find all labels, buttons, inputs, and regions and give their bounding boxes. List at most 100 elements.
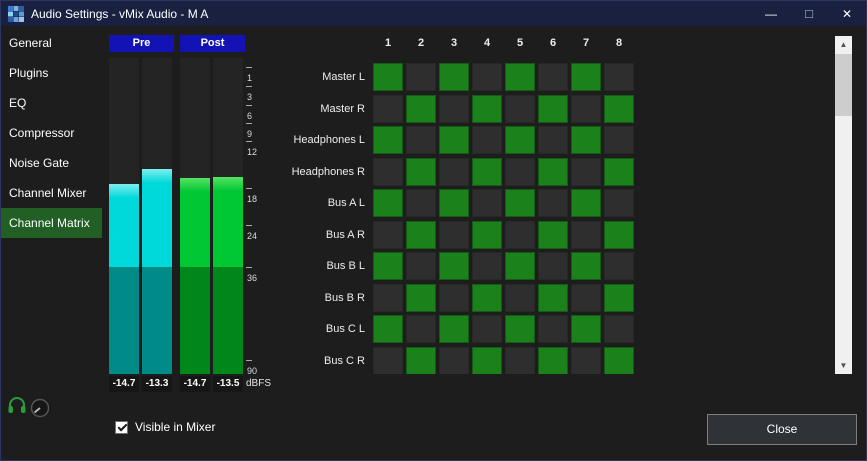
matrix-cell[interactable] — [571, 347, 601, 375]
matrix-cell[interactable] — [505, 189, 535, 217]
matrix-cell[interactable] — [439, 95, 469, 123]
matrix-cell[interactable] — [439, 221, 469, 249]
matrix-cell[interactable] — [505, 126, 535, 154]
matrix-cell[interactable] — [604, 63, 634, 91]
matrix-cell[interactable] — [604, 95, 634, 123]
matrix-cell[interactable] — [538, 347, 568, 375]
matrix-cell[interactable] — [505, 63, 535, 91]
matrix-cell[interactable] — [505, 347, 535, 375]
matrix-cell[interactable] — [439, 126, 469, 154]
matrix-cell[interactable] — [373, 63, 403, 91]
matrix-cell[interactable] — [604, 221, 634, 249]
headphones-icon[interactable] — [6, 394, 28, 421]
matrix-cell[interactable] — [406, 158, 436, 186]
matrix-cell[interactable] — [604, 252, 634, 280]
close-window-button[interactable]: ✕ — [828, 1, 866, 26]
matrix-cell[interactable] — [406, 315, 436, 343]
matrix-cell[interactable] — [439, 158, 469, 186]
matrix-cell[interactable] — [571, 315, 601, 343]
matrix-cell[interactable] — [373, 158, 403, 186]
matrix-cell[interactable] — [472, 95, 502, 123]
matrix-cell[interactable] — [571, 63, 601, 91]
matrix-cell[interactable] — [439, 63, 469, 91]
matrix-cell[interactable] — [373, 221, 403, 249]
matrix-cell[interactable] — [472, 126, 502, 154]
matrix-cell[interactable] — [538, 315, 568, 343]
matrix-cell[interactable] — [373, 347, 403, 375]
matrix-scrollbar[interactable]: ▲ ▼ — [835, 36, 852, 374]
matrix-cell[interactable] — [571, 158, 601, 186]
minimize-button[interactable]: — — [752, 1, 790, 26]
sidebar-item-channel-matrix[interactable]: Channel Matrix — [1, 208, 102, 238]
matrix-cell[interactable] — [406, 347, 436, 375]
matrix-cell[interactable] — [373, 252, 403, 280]
matrix-cell[interactable] — [538, 158, 568, 186]
matrix-cell[interactable] — [406, 252, 436, 280]
matrix-cell[interactable] — [439, 284, 469, 312]
scroll-down-icon[interactable]: ▼ — [835, 357, 852, 374]
matrix-cell[interactable] — [505, 221, 535, 249]
matrix-cell[interactable] — [472, 252, 502, 280]
matrix-cell[interactable] — [505, 284, 535, 312]
matrix-cell[interactable] — [571, 284, 601, 312]
sidebar-item-plugins[interactable]: Plugins — [1, 58, 102, 88]
close-button[interactable]: Close — [707, 414, 857, 445]
matrix-cell[interactable] — [406, 284, 436, 312]
matrix-cell[interactable] — [571, 221, 601, 249]
matrix-cell[interactable] — [472, 315, 502, 343]
visible-in-mixer-checkbox[interactable] — [115, 421, 128, 434]
scrollbar-thumb[interactable] — [835, 54, 852, 116]
matrix-cell[interactable] — [538, 221, 568, 249]
sidebar-item-general[interactable]: General — [1, 28, 102, 58]
matrix-cell[interactable] — [472, 189, 502, 217]
matrix-cell[interactable] — [571, 252, 601, 280]
matrix-cell[interactable] — [538, 252, 568, 280]
volume-knob[interactable] — [30, 398, 50, 423]
matrix-cell[interactable] — [406, 221, 436, 249]
matrix-cell[interactable] — [472, 284, 502, 312]
matrix-cell[interactable] — [571, 189, 601, 217]
matrix-cell[interactable] — [406, 95, 436, 123]
matrix-cell[interactable] — [406, 126, 436, 154]
matrix-row-label: Bus A L — [233, 189, 373, 217]
matrix-cell[interactable] — [373, 284, 403, 312]
matrix-cell[interactable] — [439, 347, 469, 375]
matrix-cell[interactable] — [604, 284, 634, 312]
matrix-column-header: 6 — [538, 37, 568, 63]
matrix-cell[interactable] — [505, 315, 535, 343]
matrix-cell[interactable] — [472, 347, 502, 375]
matrix-cell[interactable] — [604, 126, 634, 154]
matrix-cell[interactable] — [406, 63, 436, 91]
matrix-cell[interactable] — [472, 63, 502, 91]
matrix-cell[interactable] — [538, 95, 568, 123]
matrix-cell[interactable] — [538, 126, 568, 154]
matrix-cell[interactable] — [604, 347, 634, 375]
matrix-cell[interactable] — [604, 315, 634, 343]
maximize-button[interactable]: □ — [790, 1, 828, 26]
matrix-cell[interactable] — [439, 189, 469, 217]
matrix-cell[interactable] — [439, 315, 469, 343]
matrix-cell[interactable] — [538, 189, 568, 217]
matrix-cell[interactable] — [538, 63, 568, 91]
matrix-cell[interactable] — [406, 189, 436, 217]
sidebar-item-compressor[interactable]: Compressor — [1, 118, 102, 148]
matrix-cell[interactable] — [373, 189, 403, 217]
matrix-cell[interactable] — [505, 95, 535, 123]
matrix-cell[interactable] — [604, 158, 634, 186]
matrix-cell[interactable] — [538, 284, 568, 312]
matrix-cell[interactable] — [571, 95, 601, 123]
matrix-cell[interactable] — [505, 252, 535, 280]
matrix-cell[interactable] — [373, 126, 403, 154]
sidebar-item-channel-mixer[interactable]: Channel Mixer — [1, 178, 102, 208]
scroll-up-icon[interactable]: ▲ — [835, 36, 852, 53]
matrix-cell[interactable] — [472, 221, 502, 249]
matrix-cell[interactable] — [472, 158, 502, 186]
matrix-cell[interactable] — [505, 158, 535, 186]
matrix-cell[interactable] — [604, 189, 634, 217]
sidebar-item-noise-gate[interactable]: Noise Gate — [1, 148, 102, 178]
sidebar-item-eq[interactable]: EQ — [1, 88, 102, 118]
matrix-cell[interactable] — [439, 252, 469, 280]
matrix-cell[interactable] — [571, 126, 601, 154]
matrix-cell[interactable] — [373, 315, 403, 343]
matrix-cell[interactable] — [373, 95, 403, 123]
